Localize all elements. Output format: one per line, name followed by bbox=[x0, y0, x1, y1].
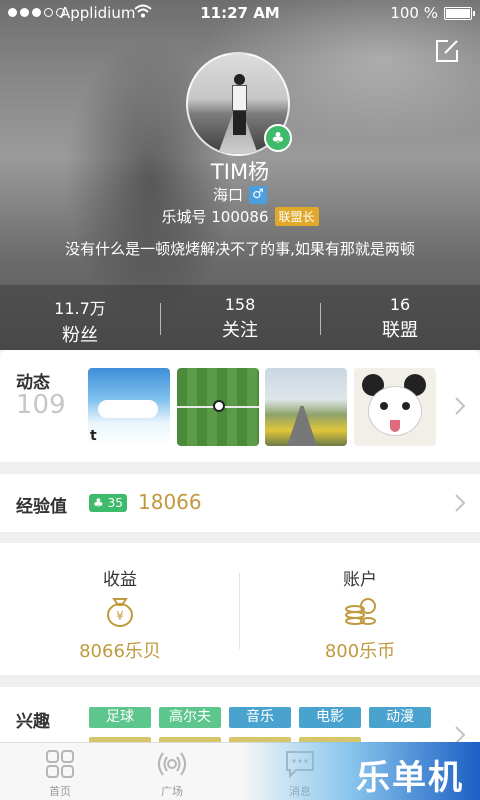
location-row: 海口 ♂ bbox=[0, 184, 480, 205]
level-badge: ♣ 35 bbox=[89, 494, 127, 512]
stat-alliance-count: 16 bbox=[389, 295, 411, 314]
money-bag-icon: ¥ bbox=[107, 598, 133, 627]
experience-section[interactable]: 经验值 ♣ 35 18066 bbox=[0, 474, 480, 532]
stat-following-label: 关注 bbox=[222, 320, 258, 341]
interest-tags: 足球 高尔夫 音乐 电影 动漫 bbox=[89, 707, 431, 728]
club-icon: ♣ bbox=[264, 124, 292, 152]
edit-profile-button[interactable] bbox=[434, 38, 460, 64]
tab-home[interactable]: 首页 bbox=[4, 743, 116, 800]
svg-text:¥: ¥ bbox=[116, 609, 124, 623]
interest-tag[interactable]: 高尔夫 bbox=[159, 707, 221, 728]
watermark-text: 乐单机 bbox=[356, 758, 464, 798]
avatar-container[interactable]: ♣ bbox=[186, 52, 292, 156]
chevron-right-icon bbox=[455, 397, 466, 415]
dynamic-section[interactable]: 动态 109 t bbox=[0, 350, 480, 462]
user-id: 乐城号 100086 bbox=[161, 208, 269, 226]
tab-square-label: 广场 bbox=[161, 785, 183, 798]
earnings-item[interactable]: 收益 ¥ 8066乐贝 bbox=[0, 543, 240, 675]
gender-male-icon: ♂ bbox=[249, 185, 267, 204]
interest-tag[interactable]: 音乐 bbox=[229, 707, 291, 728]
stats-bar: 11.7万 粉丝 158 关注 16 联盟 bbox=[0, 285, 480, 350]
stat-fans-count: 11.7万 bbox=[54, 299, 106, 318]
stat-alliance-label: 联盟 bbox=[382, 320, 418, 341]
role-badge: 联盟长 bbox=[274, 207, 319, 226]
status-bar: Applidium 11:27 AM 100 % bbox=[0, 0, 480, 26]
watermark-banner: 乐单机 bbox=[240, 742, 480, 800]
edit-icon bbox=[436, 40, 458, 62]
stat-alliance[interactable]: 16 联盟 bbox=[320, 285, 480, 350]
stat-fans[interactable]: 11.7万 粉丝 bbox=[0, 285, 160, 350]
broadcast-icon bbox=[158, 752, 186, 776]
wallet-section: 收益 ¥ 8066乐贝 账户 800乐币 bbox=[0, 543, 480, 675]
chevron-right-icon bbox=[455, 726, 466, 742]
experience-title: 经验值 bbox=[16, 497, 67, 517]
interests-title: 兴趣 bbox=[16, 712, 50, 732]
user-motto: 没有什么是一顿烧烤解决不了的事,如果有那就是两顿 bbox=[65, 240, 415, 258]
stat-following-count: 158 bbox=[224, 295, 256, 314]
user-name: TIM杨 bbox=[210, 160, 270, 184]
earnings-title: 收益 bbox=[103, 570, 137, 590]
grid-icon bbox=[46, 750, 74, 778]
dynamic-thumbnail[interactable]: t bbox=[88, 368, 170, 446]
account-item[interactable]: 账户 800乐币 bbox=[240, 543, 480, 675]
earnings-value: 8066乐贝 bbox=[79, 641, 161, 662]
tab-home-label: 首页 bbox=[49, 785, 71, 798]
dynamic-thumbnail[interactable] bbox=[265, 368, 347, 446]
profile-header: Applidium 11:27 AM 100 % ♣ TIM杨 海口 ♂ 乐城号… bbox=[0, 0, 480, 350]
chevron-right-icon bbox=[455, 494, 466, 512]
location-text: 海口 bbox=[212, 186, 243, 204]
battery-percentage: 100 % bbox=[390, 4, 438, 22]
account-value: 800乐币 bbox=[324, 641, 396, 662]
thumbnail-caption: t bbox=[90, 428, 97, 444]
stat-following[interactable]: 158 关注 bbox=[160, 285, 320, 350]
experience-value: 18066 bbox=[138, 490, 202, 514]
interests-section[interactable]: 兴趣 足球 高尔夫 音乐 电影 动漫 bbox=[0, 687, 480, 742]
coins-stack-icon bbox=[345, 598, 376, 625]
dynamic-thumbnail[interactable] bbox=[354, 368, 436, 446]
interest-tag[interactable]: 动漫 bbox=[369, 707, 431, 728]
level-number: 35 bbox=[107, 496, 123, 510]
battery-icon bbox=[444, 7, 475, 20]
stat-fans-label: 粉丝 bbox=[62, 325, 98, 346]
tab-square[interactable]: 广场 bbox=[116, 743, 228, 800]
user-id-row: 乐城号 100086 联盟长 bbox=[0, 206, 480, 227]
dynamic-count: 109 bbox=[16, 390, 66, 420]
interest-tag[interactable]: 足球 bbox=[89, 707, 151, 728]
club-icon: ♣ bbox=[93, 496, 104, 510]
interest-tag[interactable]: 电影 bbox=[299, 707, 361, 728]
account-title: 账户 bbox=[343, 570, 377, 590]
dynamic-thumbnail[interactable] bbox=[177, 368, 259, 446]
